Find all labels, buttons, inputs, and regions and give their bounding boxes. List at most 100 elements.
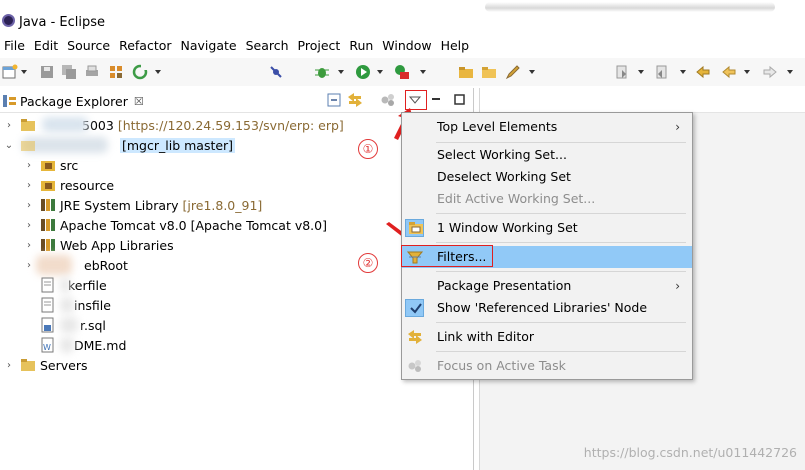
external-tools-dropdown-icon[interactable] bbox=[420, 70, 426, 74]
build-icon[interactable] bbox=[108, 64, 124, 80]
tree-decoration: [mgcr_lib master] bbox=[120, 137, 236, 153]
forward-dropdown-icon[interactable] bbox=[787, 70, 793, 74]
expand-icon[interactable]: › bbox=[24, 260, 34, 271]
menu-item-label: 1 Window Working Set bbox=[437, 220, 578, 235]
prev-annotation-icon[interactable] bbox=[654, 64, 670, 80]
run-icon[interactable] bbox=[355, 64, 371, 80]
tree-row-servers[interactable]: › Servers bbox=[4, 355, 88, 375]
tree-label: kerfile bbox=[68, 277, 107, 293]
menu-help[interactable]: Help bbox=[437, 36, 475, 56]
forward-icon[interactable] bbox=[762, 64, 778, 80]
tree-row-src[interactable]: › src bbox=[24, 155, 78, 175]
view-menu-highlight-box bbox=[405, 90, 427, 110]
tree-row-dockerfile[interactable]: kerfile bbox=[40, 275, 107, 295]
expand-icon[interactable]: › bbox=[24, 220, 34, 231]
project-icon bbox=[21, 141, 35, 151]
blurred-region bbox=[60, 317, 78, 333]
menu-separator bbox=[436, 242, 686, 243]
menu-window[interactable]: Window bbox=[378, 36, 436, 56]
tree-row-tomcat[interactable]: › Apache Tomcat v8.0 [Apache Tomcat v8.0… bbox=[24, 215, 327, 235]
tree-label: Servers bbox=[40, 357, 88, 373]
menu-item-deselect-working-set[interactable]: Deselect Working Set bbox=[402, 166, 692, 188]
menu-navigate[interactable]: Navigate bbox=[177, 36, 242, 56]
open-type-icon[interactable] bbox=[458, 64, 474, 80]
debug-icon[interactable] bbox=[314, 64, 330, 80]
menu-separator bbox=[436, 351, 686, 352]
print-icon[interactable] bbox=[84, 64, 100, 80]
external-tools-icon[interactable] bbox=[394, 64, 410, 80]
tree-row-jre[interactable]: › JRE System Library [jre1.8.0_91] bbox=[24, 195, 262, 215]
new-dropdown-icon[interactable] bbox=[21, 70, 27, 74]
save-icon[interactable] bbox=[39, 64, 55, 80]
skip-breakpoints-icon[interactable] bbox=[268, 64, 284, 80]
menu-project[interactable]: Project bbox=[294, 36, 346, 56]
blurred-project-name bbox=[42, 117, 88, 132]
open-folder-icon[interactable] bbox=[481, 64, 497, 80]
next-annotation-dropdown-icon[interactable] bbox=[638, 70, 644, 74]
last-edit-icon[interactable] bbox=[695, 64, 711, 80]
maximize-icon[interactable] bbox=[451, 92, 467, 108]
collapse-all-icon[interactable] bbox=[326, 92, 342, 108]
menu-item-show-referenced-libraries[interactable]: Show 'Referenced Libraries' Node bbox=[402, 297, 692, 319]
folder-icon bbox=[21, 359, 35, 371]
tab-package-explorer[interactable]: Package Explorer ☒ bbox=[3, 93, 144, 109]
tree-label: ebRoot bbox=[84, 257, 128, 273]
menu-item-package-presentation[interactable]: Package Presentation › bbox=[402, 275, 692, 297]
menu-separator bbox=[436, 322, 686, 323]
tree-row-sql[interactable]: r.sql bbox=[40, 315, 106, 335]
expand-icon[interactable]: › bbox=[24, 240, 34, 251]
blurred-region bbox=[485, 2, 775, 12]
tree-label: insfile bbox=[74, 297, 111, 313]
menu-item-focus-on-active-task: Focus on Active Task bbox=[402, 355, 692, 377]
tree-row-webapp-libs[interactable]: › Web App Libraries bbox=[24, 235, 174, 255]
pen-dropdown-icon[interactable] bbox=[529, 70, 535, 74]
close-tab-icon[interactable]: ☒ bbox=[134, 95, 144, 108]
new-icon[interactable] bbox=[2, 64, 18, 80]
back-dropdown-icon[interactable] bbox=[744, 70, 750, 74]
run-dropdown-icon[interactable] bbox=[377, 70, 383, 74]
tree-row-git-project[interactable]: ⌄ [mgcr_lib master] bbox=[4, 135, 236, 155]
menu-search[interactable]: Search bbox=[242, 36, 294, 56]
tree-row-svn-project[interactable]: › 5003 [https://120.24.59.153/svn/erp: e… bbox=[4, 115, 344, 135]
menu-run[interactable]: Run bbox=[345, 36, 378, 56]
refresh-dropdown-icon[interactable] bbox=[155, 70, 161, 74]
expand-icon[interactable]: › bbox=[24, 160, 34, 171]
next-annotation-icon[interactable] bbox=[614, 64, 630, 80]
link-with-editor-icon[interactable] bbox=[347, 92, 363, 108]
menu-item-top-level-elements[interactable]: Top Level Elements › bbox=[402, 116, 692, 138]
menu-item-label: Package Presentation bbox=[437, 278, 572, 293]
expand-icon[interactable]: › bbox=[24, 200, 34, 211]
tree-row-resource[interactable]: › resource bbox=[24, 175, 114, 195]
menu-refactor[interactable]: Refactor bbox=[115, 36, 176, 56]
focus-task-icon[interactable] bbox=[380, 92, 396, 108]
menu-item-link-with-editor[interactable]: Link with Editor bbox=[402, 326, 692, 348]
expand-icon[interactable]: › bbox=[24, 180, 34, 191]
refresh-icon[interactable] bbox=[132, 64, 148, 80]
minimize-icon[interactable] bbox=[428, 92, 444, 108]
menu-source[interactable]: Source bbox=[63, 36, 115, 56]
tree-row-webroot[interactable]: › ebRoot bbox=[24, 255, 128, 275]
menu-file[interactable]: File bbox=[0, 36, 30, 56]
tree-label: JRE System Library bbox=[60, 197, 179, 213]
collapse-icon[interactable]: ⌄ bbox=[4, 140, 14, 151]
menu-edit[interactable]: Edit bbox=[30, 36, 63, 56]
expand-icon[interactable]: › bbox=[4, 120, 14, 131]
file-icon bbox=[41, 277, 54, 293]
tree-row-jenkinsfile[interactable]: insfile bbox=[40, 295, 111, 315]
pen-icon[interactable] bbox=[505, 64, 521, 80]
menu-item-window-working-set[interactable]: 1 Window Working Set bbox=[402, 217, 692, 239]
submenu-arrow-icon: › bbox=[675, 279, 680, 293]
menu-separator bbox=[436, 213, 686, 214]
library-icon bbox=[41, 199, 55, 211]
debug-dropdown-icon[interactable] bbox=[338, 70, 344, 74]
prev-annotation-dropdown-icon[interactable] bbox=[680, 70, 686, 74]
save-all-icon[interactable] bbox=[61, 64, 77, 80]
tree-decoration: [https://120.24.59.153/svn/erp: erp] bbox=[117, 117, 344, 133]
menu-item-select-working-set[interactable]: Select Working Set... bbox=[402, 144, 692, 166]
menu-separator bbox=[436, 271, 686, 272]
menu-separator bbox=[436, 142, 686, 143]
expand-icon[interactable]: › bbox=[4, 360, 14, 371]
tree-row-readme[interactable]: W DME.md bbox=[40, 335, 126, 355]
blurred-region bbox=[60, 297, 74, 313]
back-icon[interactable] bbox=[721, 64, 737, 80]
